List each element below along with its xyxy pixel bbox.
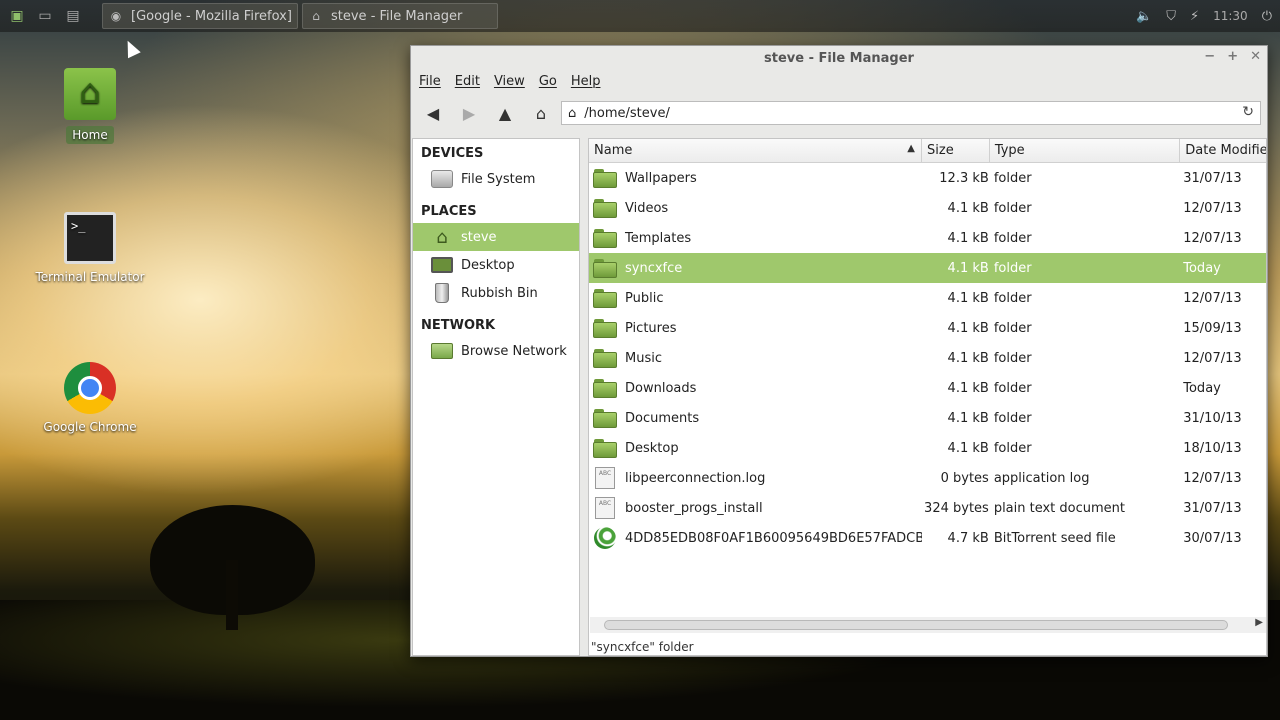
column-size[interactable]: Size bbox=[922, 138, 990, 163]
status-bar: "syncxfce" folder bbox=[591, 640, 694, 654]
public-folder-icon bbox=[593, 288, 617, 308]
templates-folder-icon bbox=[593, 228, 617, 248]
maximize-icon[interactable]: + bbox=[1227, 49, 1238, 64]
menu-edit[interactable]: Edit bbox=[455, 74, 480, 89]
column-date-modified[interactable]: Date Modified bbox=[1180, 139, 1266, 163]
close-icon[interactable]: ✕ bbox=[1250, 49, 1261, 64]
system-tray: 🔈 ⛉ ⚡ 11:30 ⏻ bbox=[1136, 0, 1272, 32]
menu-bar: File Edit View Go Help bbox=[411, 70, 1267, 92]
location-path: /home/steve/ bbox=[584, 105, 670, 121]
terminal-icon: >_ bbox=[64, 212, 116, 264]
file-row[interactable]: Pictures 4.1 kB folder 15/09/13 bbox=[589, 313, 1266, 343]
file-row[interactable]: Downloads 4.1 kB folder Today bbox=[589, 373, 1266, 403]
file-row[interactable]: ABC booster_progs_install 324 bytes plain… bbox=[589, 493, 1266, 523]
mouse-cursor-icon bbox=[121, 37, 141, 59]
firefox-icon: ◉ bbox=[110, 9, 122, 23]
column-type[interactable]: Type bbox=[990, 138, 1181, 163]
home-folder-icon: ⌂ bbox=[568, 105, 577, 121]
desktop-icon-chrome[interactable]: Google Chrome bbox=[30, 362, 150, 434]
taskbar-item-file-manager[interactable]: ⌂ steve - File Manager bbox=[302, 3, 498, 29]
file-row[interactable]: Desktop 4.1 kB folder 18/10/13 bbox=[589, 433, 1266, 463]
home-icon: ⌂ bbox=[436, 226, 448, 248]
side-pane: DEVICES File System PLACES ⌂ steve Deskt… bbox=[412, 138, 580, 656]
places-heading: PLACES bbox=[421, 203, 477, 219]
volume-icon[interactable]: 🔈 bbox=[1136, 9, 1152, 24]
file-manager-window: steve - File Manager − + ✕ File Edit Vie… bbox=[410, 45, 1268, 657]
minimize-icon[interactable]: − bbox=[1204, 49, 1215, 64]
file-row[interactable]: Music 4.1 kB folder 12/07/13 bbox=[589, 343, 1266, 373]
folder-icon bbox=[593, 168, 617, 188]
network-icon[interactable]: ⚡ bbox=[1190, 9, 1199, 24]
file-row[interactable]: Templates 4.1 kB folder 12/07/13 bbox=[589, 223, 1266, 253]
reload-icon[interactable]: ↻ bbox=[1242, 104, 1254, 120]
back-arrow-icon[interactable]: ◀ bbox=[423, 103, 443, 123]
chrome-icon bbox=[64, 362, 116, 414]
network-folder-icon bbox=[431, 343, 453, 359]
taskbar-item-firefox[interactable]: ◉ [Google - Mozilla Firefox] bbox=[102, 3, 298, 29]
column-name[interactable]: Name ▲ bbox=[589, 138, 922, 163]
file-row[interactable]: 4DD85EDB08F0AF1B60095649BD6E57FADCBEC1 4… bbox=[589, 523, 1266, 553]
desktop-folder-icon bbox=[593, 438, 617, 458]
power-icon[interactable]: ⏻ bbox=[1262, 9, 1272, 24]
sidebar-item-steve[interactable]: ⌂ steve bbox=[413, 223, 579, 251]
home-icon[interactable]: ⌂ bbox=[531, 103, 551, 123]
videos-folder-icon bbox=[593, 198, 617, 218]
menu-go[interactable]: Go bbox=[539, 74, 557, 89]
home-folder-icon: ⌂ bbox=[312, 9, 320, 23]
shield-icon[interactable]: ⛉ bbox=[1166, 9, 1176, 24]
trash-icon bbox=[435, 283, 449, 303]
desktop-tree-trunk bbox=[226, 560, 238, 630]
clock[interactable]: 11:30 bbox=[1213, 10, 1248, 22]
desktop-icon bbox=[431, 257, 453, 273]
desktop-icon-terminal[interactable]: >_ Terminal Emulator bbox=[30, 212, 150, 284]
network-heading: NETWORK bbox=[421, 317, 496, 333]
sort-ascending-icon: ▲ bbox=[907, 142, 915, 154]
file-row[interactable]: Documents 4.1 kB folder 31/10/13 bbox=[589, 403, 1266, 433]
column-header: Name ▲ Size Type Date Modified bbox=[589, 138, 1266, 163]
show-desktop-icon[interactable]: ▭ bbox=[34, 5, 56, 27]
file-row[interactable]: Videos 4.1 kB folder 12/07/13 bbox=[589, 193, 1266, 223]
folder-icon bbox=[593, 258, 617, 278]
scroll-right-icon[interactable]: ▶ bbox=[1255, 617, 1263, 628]
desktop-icon-home[interactable]: Home bbox=[30, 68, 150, 144]
app-menu-icon[interactable]: ▣ bbox=[6, 5, 28, 27]
sidebar-item-file-system[interactable]: File System bbox=[413, 165, 579, 193]
horizontal-scrollbar[interactable]: ▶ bbox=[590, 617, 1266, 633]
bittorrent-file-icon bbox=[594, 527, 616, 549]
menu-view[interactable]: View bbox=[494, 74, 525, 89]
sidebar-item-browse-network[interactable]: Browse Network bbox=[413, 337, 579, 365]
menu-file[interactable]: File bbox=[419, 74, 441, 89]
sidebar-item-rubbish-bin[interactable]: Rubbish Bin bbox=[413, 279, 579, 307]
file-row[interactable]: ABC libpeerconnection.log 0 bytes applica… bbox=[589, 463, 1266, 493]
music-folder-icon bbox=[593, 348, 617, 368]
menu-help[interactable]: Help bbox=[571, 74, 601, 89]
file-list: Name ▲ Size Type Date Modified Wallpaper… bbox=[588, 138, 1267, 656]
devices-heading: DEVICES bbox=[421, 145, 484, 161]
pictures-folder-icon bbox=[593, 318, 617, 338]
up-arrow-icon[interactable]: ▲ bbox=[495, 103, 515, 123]
sidebar-item-desktop[interactable]: Desktop bbox=[413, 251, 579, 279]
drive-icon bbox=[431, 170, 453, 188]
text-file-icon: ABC bbox=[595, 497, 615, 519]
location-bar[interactable]: ⌂ /home/steve/ ↻ bbox=[561, 101, 1261, 125]
file-row[interactable]: Wallpapers 12.3 kB folder 31/07/13 bbox=[589, 163, 1266, 193]
forward-arrow-icon[interactable]: ▶ bbox=[459, 103, 479, 123]
home-folder-icon bbox=[64, 68, 116, 120]
file-row[interactable]: Public 4.1 kB folder 12/07/13 bbox=[589, 283, 1266, 313]
file-manager-launcher-icon[interactable]: ▤ bbox=[62, 5, 84, 27]
documents-folder-icon bbox=[593, 408, 617, 428]
scrollbar-thumb[interactable] bbox=[604, 620, 1228, 630]
window-titlebar[interactable]: steve - File Manager − + ✕ bbox=[411, 46, 1267, 70]
top-panel: ▣ ▭ ▤ ◉ [Google - Mozilla Firefox] ⌂ ste… bbox=[0, 0, 1280, 32]
window-title: steve - File Manager bbox=[764, 50, 914, 66]
downloads-folder-icon bbox=[593, 378, 617, 398]
text-file-icon: ABC bbox=[595, 467, 615, 489]
file-row-selected[interactable]: syncxfce 4.1 kB folder Today bbox=[589, 253, 1266, 283]
